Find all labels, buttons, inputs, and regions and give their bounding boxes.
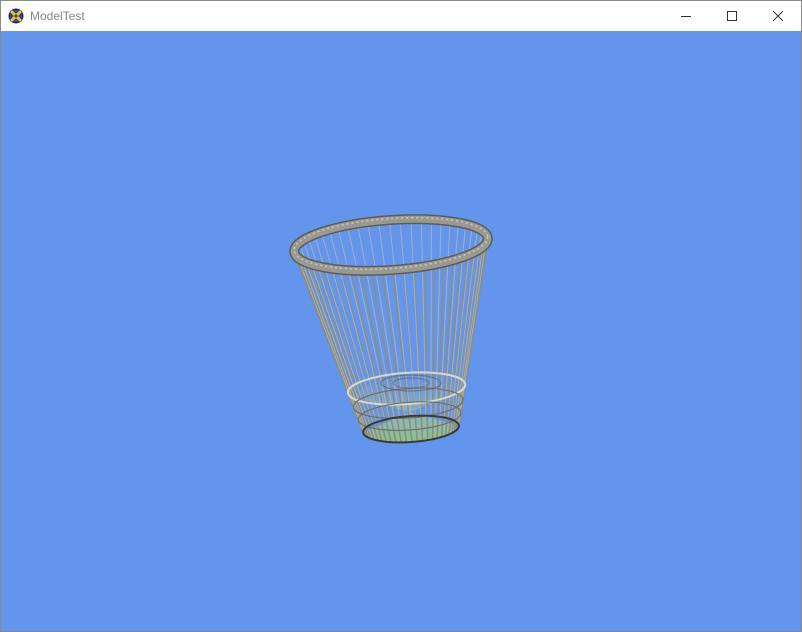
maximize-button[interactable] xyxy=(709,1,755,31)
caption-buttons xyxy=(663,1,801,31)
waste-basket-model xyxy=(289,214,493,444)
close-button[interactable] xyxy=(755,1,801,31)
app-window: ModelTest xyxy=(0,0,802,632)
basket-wire-front xyxy=(431,264,436,440)
render-viewport[interactable] xyxy=(1,31,801,631)
close-icon xyxy=(773,11,783,21)
window-title: ModelTest xyxy=(30,9,85,23)
maximize-icon xyxy=(727,11,737,21)
basket-wire-front xyxy=(303,261,370,438)
xna-logo-icon xyxy=(8,8,24,24)
minimize-icon xyxy=(681,16,691,17)
minimize-button[interactable] xyxy=(663,1,709,31)
title-bar[interactable]: ModelTest xyxy=(1,1,801,31)
basket-wire-front xyxy=(299,259,367,437)
